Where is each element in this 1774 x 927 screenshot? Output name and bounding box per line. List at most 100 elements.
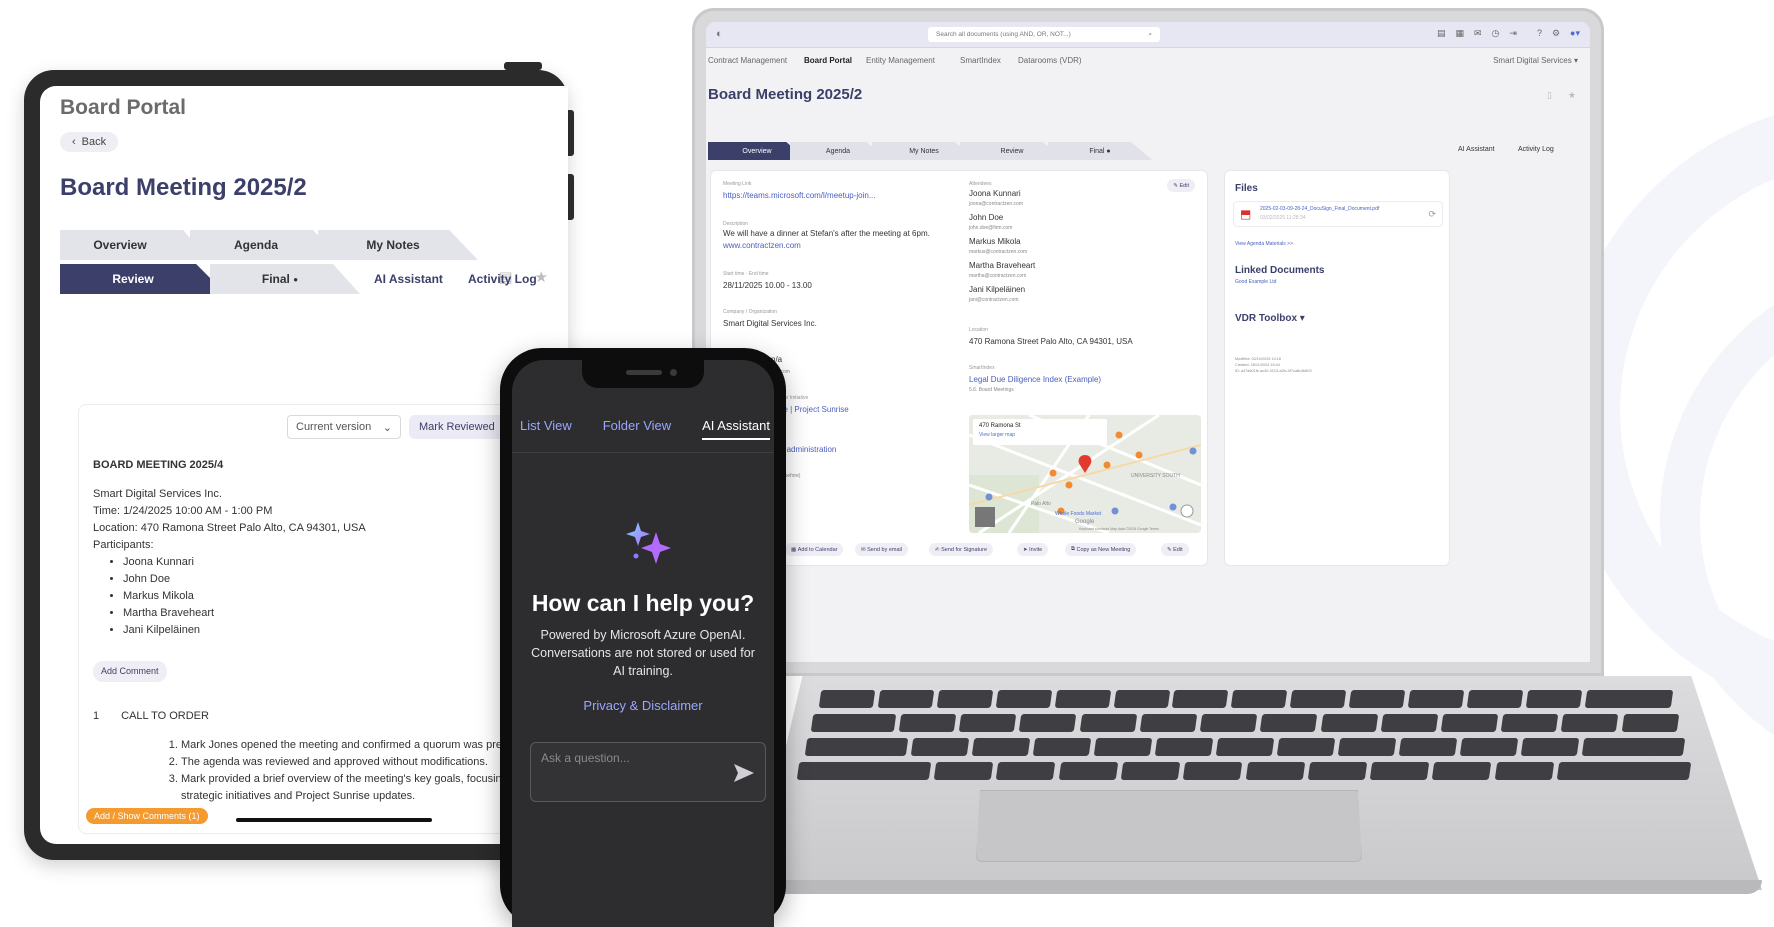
nav-smartindex[interactable]: SmartIndex (960, 56, 1001, 65)
section-heading: 1 CALL TO ORDER (93, 708, 533, 725)
logout-icon[interactable]: ⇥ (1509, 28, 1517, 39)
send-for-signature-button[interactable]: ✍ Send for Signature (929, 543, 994, 556)
tabs-row-1: Overview Agenda My Notes (60, 230, 568, 264)
send-by-email-button[interactable]: ✉ Send by email (855, 543, 908, 556)
back-button[interactable]: ‹ Back (60, 132, 119, 152)
ai-assistant-link[interactable]: AI Assistant (374, 272, 443, 286)
phone-screen: List View Folder View AI Assistant How c… (512, 360, 774, 927)
view-agenda-link[interactable]: View Agenda Materials >> (1235, 241, 1293, 247)
tab-final[interactable]: Final ● (210, 264, 360, 294)
attendee-email: john.doe@firm.com (969, 225, 1013, 231)
chevron-down-icon: ⌄ (382, 421, 392, 434)
nav-contract-management[interactable]: Contract Management (708, 56, 787, 65)
attendee-email: jani@contractzen.com (969, 297, 1019, 303)
tab-agenda[interactable]: Agenda (790, 142, 886, 160)
history-icon[interactable]: ◷ (1492, 28, 1500, 39)
question-input[interactable] (541, 751, 721, 765)
tabs-row-2: Review Final ● AI Assistant Activity Log (60, 264, 568, 298)
calendar-icon[interactable]: ▦ (1455, 28, 1464, 39)
tab-ai-assistant[interactable]: AI Assistant (702, 418, 770, 440)
add-comment-button[interactable]: Add Comment (93, 661, 167, 682)
phone-tabs: List View Folder View AI Assistant (520, 418, 770, 440)
divider (512, 452, 774, 453)
send-icon[interactable] (733, 763, 755, 783)
assistant-heading: How can I help you? (531, 590, 755, 616)
location-label: Location (969, 327, 988, 333)
star-icon[interactable]: ★ (1568, 90, 1576, 101)
add-to-calendar-button[interactable]: ▦ Add to Calendar (785, 543, 844, 556)
activity-log-link[interactable]: Activity Log (1518, 146, 1554, 153)
tab-folder-view[interactable]: Folder View (603, 418, 671, 440)
version-select[interactable]: Current version ⌄ (287, 415, 401, 439)
document-icon[interactable]: ▯ (1547, 90, 1552, 101)
mail-icon[interactable]: ✉ (1474, 28, 1482, 39)
location-map[interactable]: 470 Ramona St View larger map UNIVERSITY… (969, 415, 1201, 533)
help-icon[interactable]: ? (1537, 28, 1542, 39)
meeting-link-label: Meeting Link (723, 181, 752, 187)
avatar[interactable]: ●▾ (1570, 28, 1580, 39)
doc-location: Location: 470 Ramona Street Palo Alto, C… (93, 522, 366, 534)
copy-as-new-meeting-button[interactable]: ⧉ Copy as New Meeting (1065, 543, 1137, 556)
doc-participants-label: Participants: (93, 539, 154, 551)
app-logo-icon[interactable]: ◐ (716, 28, 723, 40)
smartindex-link[interactable]: Legal Due Diligence Index (Example) (969, 375, 1101, 384)
tab-review[interactable]: Review (60, 264, 226, 294)
tab-final[interactable]: Final ● (1048, 142, 1152, 160)
global-search-input[interactable]: Search all documents (using AND, OR, NOT… (928, 27, 1160, 42)
tab-agenda[interactable]: Agenda (190, 230, 340, 260)
privacy-disclaimer-link[interactable]: Privacy & Disclaimer (512, 698, 774, 713)
sync-icon[interactable]: ⟳ (1428, 209, 1436, 220)
meta-created: Created: 28/11/2024 15:44 (1235, 363, 1280, 367)
map-title: 470 Ramona St (979, 423, 1021, 429)
files-sidebar-card: Files ⬒ 2025-02-03-09-28-24_DocuSign_Fin… (1224, 170, 1450, 566)
meeting-link[interactable]: https://teams.microsoft.com/l/meetup-joi… (723, 191, 876, 200)
edit-meeting-button[interactable]: ✎ Edit (1161, 543, 1189, 556)
doc-heading: BOARD MEETING 2025/4 (93, 459, 224, 471)
speaker-grille (626, 370, 662, 375)
file-date: 03/02/2025 11:28:34 (1260, 215, 1306, 221)
vdr-toolbox-toggle[interactable]: VDR Toolbox ▾ (1235, 313, 1305, 324)
nav-board-portal[interactable]: Board Portal (804, 56, 852, 65)
company-label: Company / Organization (723, 309, 777, 315)
linked-documents-title: Linked Documents (1235, 265, 1325, 276)
gear-icon[interactable]: ⚙ (1552, 28, 1560, 39)
linked-document-link[interactable]: Good Example Ltd (1235, 279, 1276, 285)
laptop-edge (752, 880, 1762, 894)
laptop-keyboard (796, 690, 1692, 790)
file-item[interactable]: ⬒ 2025-02-03-09-28-24_DocuSign_Final_Doc… (1233, 201, 1443, 227)
smartindex-label: SmartIndex (969, 365, 995, 371)
edit-button[interactable]: ✎ Edit (1167, 179, 1195, 192)
tab-overview[interactable]: Overview (60, 230, 210, 260)
ai-assistant-link[interactable]: AI Assistant (1458, 146, 1495, 153)
search-icon[interactable]: ⌕ (1148, 31, 1152, 39)
list-item: Martha Braveheart (123, 605, 533, 622)
show-comments-button[interactable]: Add / Show Comments (1) (86, 808, 208, 824)
attendees-label: Attendees (969, 181, 992, 187)
nav-entity-management[interactable]: Entity Management (866, 56, 935, 65)
activity-log-link[interactable]: Activity Log (468, 272, 537, 286)
section-title: CALL TO ORDER (121, 710, 209, 722)
tablet-screen: Board Portal ‹ Back Board Meeting 2025/2… (40, 86, 568, 844)
title-icons: ▯ ★ (1547, 90, 1576, 101)
file-name[interactable]: 2025-02-03-09-28-24_DocuSign_Final_Docum… (1260, 206, 1379, 212)
meeting-title: Board Meeting 2025/2 (708, 86, 863, 103)
calendar-icon: ▦ (791, 546, 798, 553)
map-larger-link[interactable]: View larger map (979, 432, 1015, 438)
top-icons: ▤ ▦ ✉ ◷ ⇥ ? ⚙ ●▾ (1437, 28, 1580, 39)
list-item: Mark Jones opened the meeting and confir… (181, 737, 533, 754)
nav-datarooms[interactable]: Datarooms (VDR) (1018, 56, 1082, 65)
tab-my-notes[interactable]: My Notes (318, 230, 478, 260)
document-icon[interactable]: ▤ (1437, 28, 1446, 39)
action-label: Send by email (867, 546, 902, 553)
invite-button[interactable]: ➤ Invite (1017, 543, 1049, 556)
mark-reviewed-button[interactable]: Mark Reviewed (409, 415, 505, 439)
question-input-box[interactable] (530, 742, 766, 802)
description-link[interactable]: www.contractzen.com (723, 241, 801, 250)
tab-list-view[interactable]: List View (520, 418, 572, 440)
org-selector[interactable]: Smart Digital Services ▾ (1493, 56, 1578, 65)
edit-label: Edit (1179, 182, 1189, 189)
pdf-icon: ⬒ (1240, 207, 1252, 221)
app-title: Board Portal (60, 96, 187, 119)
assistant-subtitle: Powered by Microsoft Azure OpenAI. Conve… (531, 628, 755, 678)
home-indicator (236, 818, 432, 822)
